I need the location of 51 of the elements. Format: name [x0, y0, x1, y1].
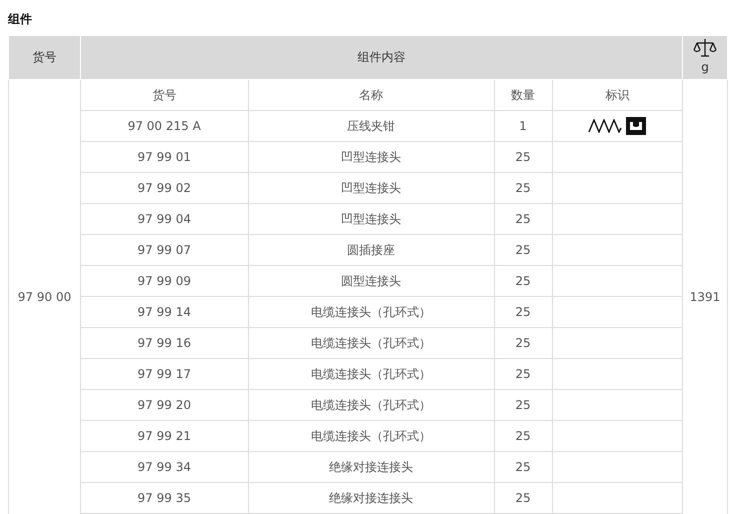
header-cell: 组件内容 [80, 36, 682, 79]
table-cell: 97 90 00 [8, 79, 80, 514]
table-cell: 97 99 14 [81, 296, 248, 328]
table-cell: 凹型连接头 [248, 142, 494, 172]
table-cell: 25 [494, 234, 552, 266]
table-cell: 25 [494, 452, 552, 482]
table-cell: 绝缘对接连接头 [248, 452, 494, 482]
table-cell: 25 [494, 390, 552, 420]
table-cell: 97 99 09 [81, 266, 248, 296]
spring-icon [588, 119, 622, 133]
table-cell: 1 [494, 110, 552, 142]
table-cell: 25 [494, 296, 552, 328]
scale-icon [693, 38, 717, 58]
table-cell: 97 99 04 [81, 204, 248, 234]
table-cell: 电缆连接头（孔环式） [248, 328, 494, 358]
table-cell: 97 00 215 A [81, 110, 248, 142]
table-cell: 97 99 34 [81, 452, 248, 482]
table-cell: 25 [494, 204, 552, 234]
table-cell: 97 99 01 [81, 142, 248, 172]
table-cell: 97 99 17 [81, 358, 248, 390]
table-cell: 25 [494, 142, 552, 172]
table-cell: 25 [494, 482, 552, 514]
table-cell: 绝缘对接连接头 [248, 482, 494, 514]
table-cell: 25 [494, 266, 552, 296]
table-cell: 97 99 07 [81, 234, 248, 266]
table-cell: 97 99 16 [81, 328, 248, 358]
table-cell: 电缆连接头（孔环式） [248, 296, 494, 328]
section-title: 组件 [8, 11, 32, 28]
table-cell: 压线夹钳 [248, 110, 494, 142]
table-cell: 25 [494, 358, 552, 390]
header-cell: 货号 [8, 36, 80, 79]
table-cell: 电缆连接头（孔环式） [248, 420, 494, 452]
table-cell: 25 [494, 328, 552, 358]
header-cell: 数量 [494, 80, 552, 110]
table-cell: 电缆连接头（孔环式） [248, 390, 494, 420]
header-cell: 货号 [81, 80, 248, 110]
table-cell: 圆插接座 [248, 234, 494, 266]
table-cell: 97 99 35 [81, 482, 248, 514]
header-cell: 标识 [552, 80, 682, 110]
table-cell: 97 99 20 [81, 390, 248, 420]
table-cell: 凹型连接头 [248, 204, 494, 234]
header-cell: 名称 [248, 80, 494, 110]
table-cell: 25 [494, 420, 552, 452]
table-cell: 97 99 21 [81, 420, 248, 452]
table-cell: 圆型连接头 [248, 266, 494, 296]
table-cell: 25 [494, 172, 552, 204]
table-cell: 97 99 02 [81, 172, 248, 204]
crimp-die-icon [626, 117, 646, 135]
header-cell-text: g [701, 59, 709, 76]
table-cell: 凹型连接头 [248, 172, 494, 204]
table-cell: 电缆连接头（孔环式） [248, 358, 494, 390]
